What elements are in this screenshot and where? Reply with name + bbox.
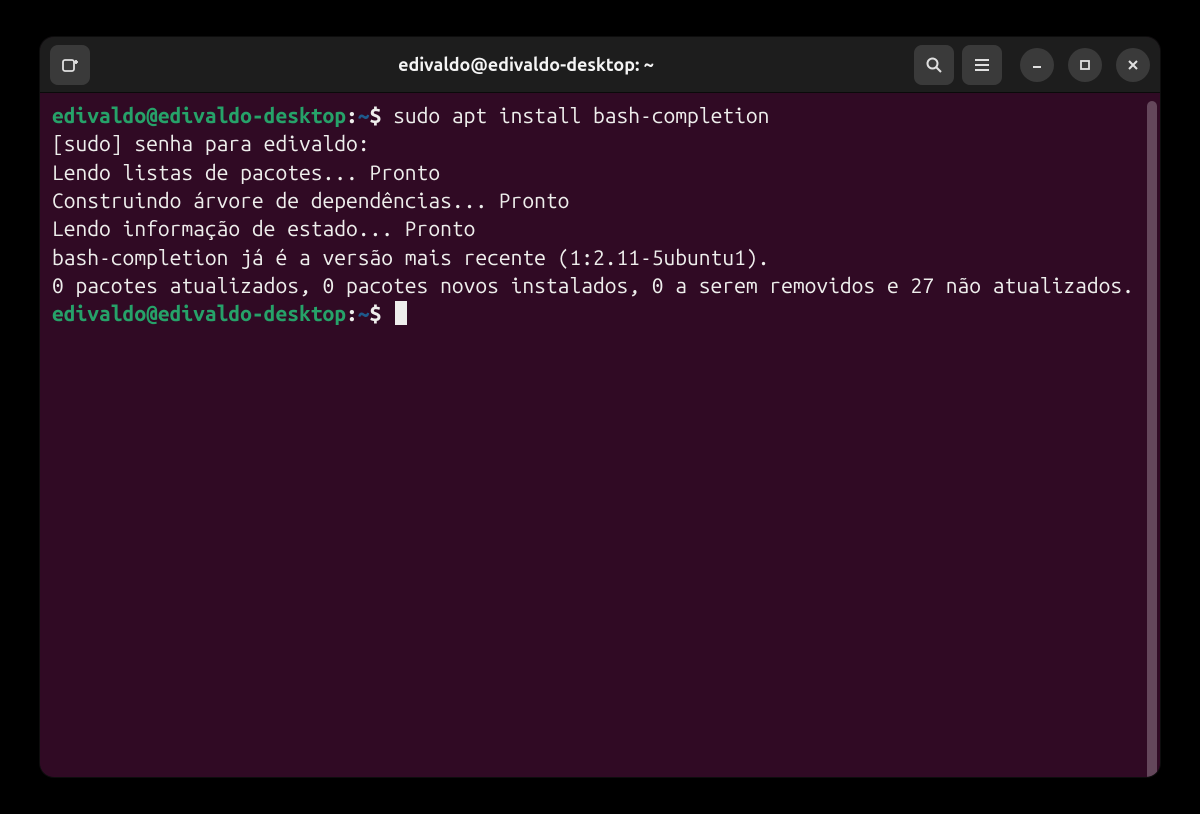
output-line: Lendo informação de estado... Pronto [52, 214, 1148, 242]
maximize-icon [1078, 58, 1092, 72]
hamburger-icon [973, 56, 991, 74]
search-button[interactable] [914, 45, 954, 85]
command-text: sudo apt install bash-completion [381, 103, 769, 127]
new-tab-icon [60, 55, 80, 75]
prompt-symbol: $ [370, 103, 382, 127]
window-title: edivaldo@edivaldo-desktop: ~ [146, 55, 906, 75]
prompt-user-host: edivaldo@edivaldo-desktop [52, 301, 346, 325]
command-value: sudo apt install bash-completion [393, 103, 769, 127]
prompt-line-1: edivaldo@edivaldo-desktop:~$ sudo apt in… [52, 101, 1148, 129]
close-icon [1126, 58, 1140, 72]
cursor [395, 301, 407, 325]
titlebar: edivaldo@edivaldo-desktop: ~ [40, 37, 1160, 93]
output-line: bash-completion já é a versão mais recen… [52, 243, 1148, 271]
window-controls [1020, 48, 1150, 82]
output-line: [sudo] senha para edivaldo: [52, 129, 1148, 157]
prompt-user-host: edivaldo@edivaldo-desktop [52, 103, 346, 127]
terminal-window: edivaldo@edivaldo-desktop: ~ [40, 37, 1160, 777]
scrollbar[interactable] [1147, 101, 1157, 777]
maximize-button[interactable] [1068, 48, 1102, 82]
output-line: 0 pacotes atualizados, 0 pacotes novos i… [52, 271, 1148, 299]
prompt-path: ~ [358, 103, 370, 127]
prompt-symbol: $ [370, 301, 382, 325]
new-tab-button[interactable] [50, 45, 90, 85]
output-line: Construindo árvore de dependências... Pr… [52, 186, 1148, 214]
search-icon [925, 56, 943, 74]
minimize-button[interactable] [1020, 48, 1054, 82]
prompt-colon: : [346, 103, 358, 127]
close-button[interactable] [1116, 48, 1150, 82]
prompt-path: ~ [358, 301, 370, 325]
prompt-colon: : [346, 301, 358, 325]
terminal-viewport[interactable]: edivaldo@edivaldo-desktop:~$ sudo apt in… [40, 93, 1160, 777]
menu-button[interactable] [962, 45, 1002, 85]
prompt-line-2: edivaldo@edivaldo-desktop:~$ [52, 299, 1148, 327]
minimize-icon [1030, 58, 1044, 72]
output-line: Lendo listas de pacotes... Pronto [52, 158, 1148, 186]
